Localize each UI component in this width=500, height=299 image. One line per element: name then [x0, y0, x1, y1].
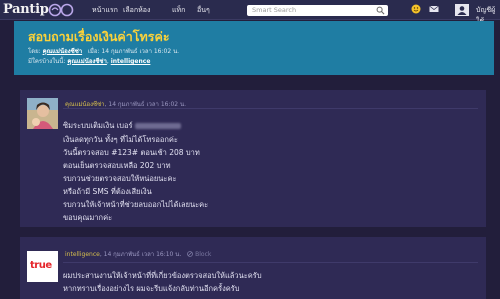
reply-line: หากทราบเรื่องอย่างไร ผมจะรีบแจ้งกลับท่าน… — [63, 284, 240, 293]
meta-replied-label: มีใครบ้างในนี้: — [28, 58, 66, 65]
nav-home[interactable]: หน้าแรก — [92, 5, 118, 16]
topic-meta: โดย: คุณแม่น้องซีซ่า เมื่อ: 14 กุมภาพันธ… — [28, 46, 179, 56]
nav-more[interactable]: อื่นๆ — [197, 5, 210, 16]
divider — [63, 108, 478, 109]
post-line: ซิมระบบเติมเงิน เบอร์ — [63, 120, 181, 132]
author-avatar[interactable] — [27, 98, 58, 129]
post-line: ตอนเย็นตรวจสอบเหลือ 202 บาท — [63, 161, 171, 170]
topic-time: เมื่อ: 14 กุมภาพันธ์ เวลา 16:02 น. — [87, 48, 180, 55]
reply-meta: intelligence, 14 กุมภาพันธ์ เวลา 16:10 น… — [65, 249, 211, 259]
top-navbar: Pantip หน้าแรก เลือกห้อง แท็ก อื่นๆ Smar… — [0, 0, 500, 25]
post-line: วันนี้ตรวจสอบ #123# ตอนเช้า 208 บาท — [63, 148, 200, 157]
reply-card: intelligence, 14 กุมภาพันธ์ เวลา 16:10 น… — [20, 237, 486, 299]
block-label: Block — [195, 251, 212, 258]
avatar-photo-icon — [27, 98, 58, 129]
mail-icon[interactable] — [429, 4, 439, 14]
reply-line: ผมประสานงานให้เจ้าหน้าที่ที่เกี่ยวข้องตร… — [63, 271, 262, 280]
block-icon — [187, 250, 194, 257]
post-line: รบกวนให้เจ้าหน้าที่ช่วยลบออกไปได้เลยนะคะ — [63, 200, 209, 209]
block-button[interactable]: Block — [187, 250, 212, 258]
topic-title: สอบถามเรื่องเงินค่าโทรค่ะ — [28, 29, 170, 44]
search-placeholder: Smart Search — [252, 6, 297, 14]
emoji-icon[interactable] — [411, 4, 421, 14]
nav-choose-room[interactable]: เลือกห้อง — [123, 5, 150, 16]
pantip-logo[interactable]: Pantip — [3, 2, 49, 17]
true-logo-text: true — [30, 260, 52, 271]
post-time: , 14 กุมภาพันธ์ เวลา 16:02 น. — [104, 101, 187, 108]
redacted-number — [134, 123, 181, 129]
post-line: ขอบคุณมากค่ะ — [63, 213, 113, 222]
reply-time: , 14 กุมภาพันธ์ เวลา 16:10 น. — [99, 251, 182, 258]
divider — [63, 262, 478, 263]
post-line: เงินลดทุกวัน ทั้งๆ ที่ไม่ได้โทรออกค่ะ — [63, 135, 178, 144]
post-line: หรือถ้ามี SMS ที่ต้องเสียเงิน — [63, 187, 152, 196]
user-avatar-icon[interactable] — [455, 4, 469, 16]
nav-tags[interactable]: แท็ก — [172, 5, 185, 16]
participant-link[interactable]: คุณแม่น้องซีซ่า — [67, 58, 107, 65]
pantip-logo-mark-icon[interactable] — [48, 3, 74, 17]
search-icon[interactable] — [376, 6, 385, 15]
true-logo[interactable]: true — [27, 251, 58, 282]
post-author[interactable]: คุณแม่น้องซีซ่า — [65, 101, 105, 108]
topic-header: สอบถามเรื่องเงินค่าโทรค่ะ โดย: คุณแม่น้อ… — [14, 21, 494, 75]
post-line: รบกวนช่วยตรวจสอบให้หน่อยนะคะ — [63, 174, 177, 183]
participant-link[interactable]: intelligence — [111, 58, 151, 65]
topic-author-link[interactable]: คุณแม่น้องซีซ่า — [43, 48, 83, 55]
search-box[interactable]: Smart Search — [247, 5, 388, 16]
post-card: คุณแม่น้องซีซ่า, 14 กุมภาพันธ์ เวลา 16:0… — [20, 90, 486, 227]
meta-by-label: โดย: — [28, 48, 41, 55]
reply-author[interactable]: intelligence — [65, 251, 100, 258]
topic-participants: มีใครบ้างในนี้: คุณแม่น้องซีซ่า, intelli… — [28, 58, 151, 65]
